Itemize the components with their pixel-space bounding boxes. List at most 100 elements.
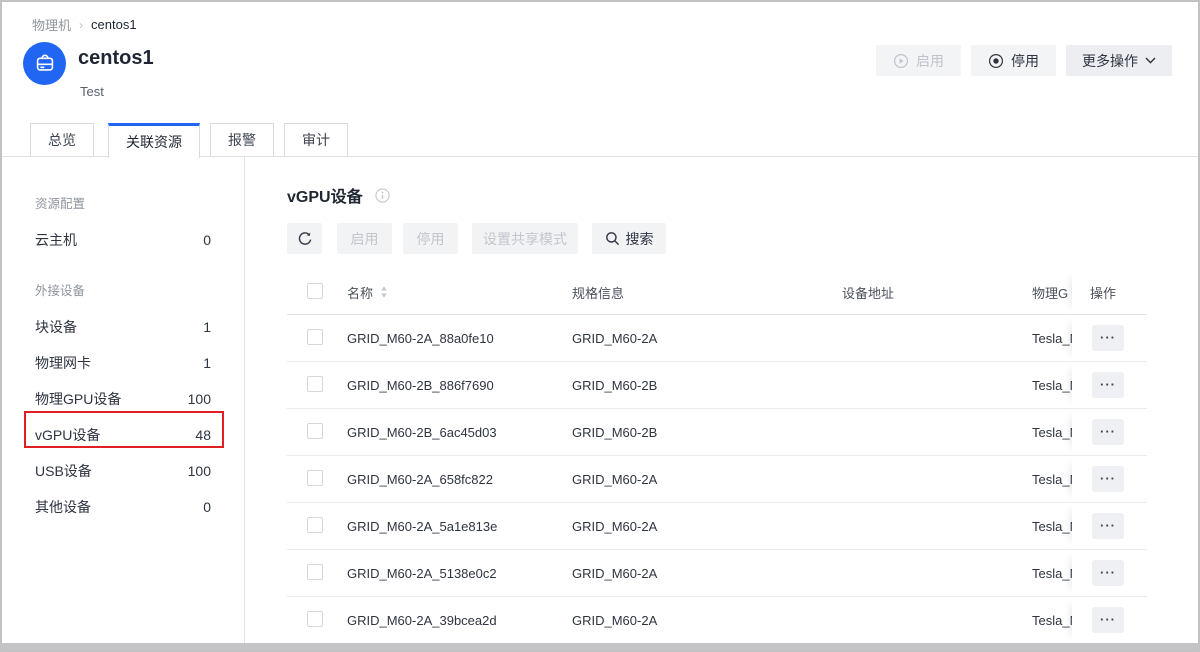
vgpu-physical-gpu: Tesla_M xyxy=(1032,472,1072,487)
vgpu-name-link[interactable]: GRID_M60-2A_39bcea2d xyxy=(347,613,497,628)
play-circle-icon xyxy=(893,53,909,69)
table-row: GRID_M60-2A_5a1e813e GRID_M60-2A Tesla_M… xyxy=(287,503,1147,550)
column-header-spec: 规格信息 xyxy=(572,283,842,302)
column-header-address: 设备地址 xyxy=(842,283,1032,302)
page-subtitle: Test xyxy=(80,84,104,99)
column-header-name[interactable]: 名称 xyxy=(347,283,373,302)
horizontal-scrollbar[interactable] xyxy=(2,643,1198,650)
vgpu-spec: GRID_M60-2B xyxy=(572,425,842,440)
page-title: centos1 xyxy=(78,47,154,70)
sidebar-item-vgpu[interactable]: vGPU设备 48 xyxy=(2,417,244,453)
enable-host-button[interactable]: 启用 xyxy=(876,45,961,76)
set-share-mode-button[interactable]: 设置共享模式 xyxy=(472,223,578,254)
row-actions-button[interactable]: ··· xyxy=(1092,607,1124,633)
table-body: GRID_M60-2A_88a0fe10 GRID_M60-2A Tesla_M… xyxy=(287,315,1147,644)
sidebar-item-usb[interactable]: USB设备 100 xyxy=(2,453,244,489)
search-icon xyxy=(605,231,620,246)
vgpu-name-link[interactable]: GRID_M60-2A_5138e0c2 xyxy=(347,566,497,581)
breadcrumb-separator: › xyxy=(79,18,83,32)
vgpu-spec: GRID_M60-2A xyxy=(572,519,842,534)
header-actions: 启用 停用 更多操作 xyxy=(876,45,1172,76)
vgpu-physical-gpu: Tesla_M xyxy=(1032,378,1072,393)
tab-alarms[interactable]: 报警 xyxy=(210,123,274,157)
select-all-checkbox[interactable] xyxy=(307,283,323,299)
resource-sidebar: 资源配置 云主机 0 外接设备 块设备 1 物理网卡 1 物理GPU设备 100… xyxy=(2,157,245,643)
tab-audit[interactable]: 审计 xyxy=(284,123,348,157)
vgpu-physical-gpu: Tesla_M xyxy=(1032,613,1072,628)
disable-vgpu-button[interactable]: 停用 xyxy=(403,223,458,254)
table-row: GRID_M60-2A_88a0fe10 GRID_M60-2A Tesla_M… xyxy=(287,315,1147,362)
row-checkbox[interactable] xyxy=(307,470,323,486)
vgpu-physical-gpu: Tesla_M xyxy=(1032,425,1072,440)
vgpu-name-link[interactable]: GRID_M60-2A_658fc822 xyxy=(347,472,493,487)
row-actions-button[interactable]: ··· xyxy=(1092,372,1124,398)
row-checkbox[interactable] xyxy=(307,564,323,580)
sidebar-section-title: 外接设备 xyxy=(35,280,211,299)
row-checkbox[interactable] xyxy=(307,423,323,439)
table-row: GRID_M60-2A_658fc822 GRID_M60-2A Tesla_M… xyxy=(287,456,1147,503)
chevron-down-icon xyxy=(1145,57,1156,64)
tab-related-resources[interactable]: 关联资源 xyxy=(108,123,200,158)
breadcrumb: 物理机 › centos1 xyxy=(32,15,137,34)
row-checkbox[interactable] xyxy=(307,376,323,392)
column-header-physical-gpu: 物理G xyxy=(1032,283,1072,302)
tab-bar: 总览 关联资源 报警 审计 xyxy=(30,123,362,158)
row-checkbox[interactable] xyxy=(307,329,323,345)
count-badge: 0 xyxy=(203,232,211,248)
info-icon[interactable] xyxy=(375,188,390,203)
vgpu-name-link[interactable]: GRID_M60-2A_88a0fe10 xyxy=(347,331,494,346)
host-avatar xyxy=(23,42,66,85)
row-checkbox[interactable] xyxy=(307,611,323,627)
vgpu-spec: GRID_M60-2A xyxy=(572,613,842,628)
row-checkbox[interactable] xyxy=(307,517,323,533)
count-badge: 1 xyxy=(203,355,211,371)
sidebar-item-physical-gpu[interactable]: 物理GPU设备 100 xyxy=(2,381,244,417)
vgpu-spec: GRID_M60-2A xyxy=(572,331,842,346)
stop-circle-icon xyxy=(988,53,1004,69)
refresh-button[interactable] xyxy=(287,223,322,254)
refresh-icon xyxy=(297,231,313,247)
vgpu-physical-gpu: Tesla_M xyxy=(1032,566,1072,581)
tab-overview[interactable]: 总览 xyxy=(30,123,94,157)
vgpu-name-link[interactable]: GRID_M60-2B_6ac45d03 xyxy=(347,425,497,440)
count-badge: 1 xyxy=(203,319,211,335)
breadcrumb-root-link[interactable]: 物理机 xyxy=(32,15,71,34)
table-header-row: 名称 规格信息 设备地址 物理G 操作 xyxy=(287,270,1147,315)
table-row: GRID_M60-2A_5138e0c2 GRID_M60-2A Tesla_M… xyxy=(287,550,1147,597)
vgpu-name-link[interactable]: GRID_M60-2A_5a1e813e xyxy=(347,519,497,534)
vgpu-table: 名称 规格信息 设备地址 物理G 操作 GRID_M60-2A_88a0fe10… xyxy=(287,270,1147,644)
row-actions-button[interactable]: ··· xyxy=(1092,513,1124,539)
count-badge: 100 xyxy=(188,391,211,407)
more-actions-button[interactable]: 更多操作 xyxy=(1066,45,1172,76)
row-actions-button[interactable]: ··· xyxy=(1092,466,1124,492)
vgpu-physical-gpu: Tesla_M xyxy=(1032,331,1072,346)
host-machine-icon xyxy=(33,52,57,76)
row-actions-button[interactable]: ··· xyxy=(1092,325,1124,351)
main-section-header: vGPU设备 xyxy=(287,183,390,207)
table-toolbar: 启用 停用 设置共享模式 搜索 xyxy=(287,223,666,254)
column-header-action: 操作 xyxy=(1072,270,1147,314)
vgpu-spec: GRID_M60-2A xyxy=(572,566,842,581)
vgpu-name-link[interactable]: GRID_M60-2B_886f7690 xyxy=(347,378,494,393)
sidebar-item-vm-instances[interactable]: 云主机 0 xyxy=(2,222,244,258)
table-row: GRID_M60-2A_39bcea2d GRID_M60-2A Tesla_M… xyxy=(287,597,1147,644)
row-actions-button[interactable]: ··· xyxy=(1092,560,1124,586)
vgpu-physical-gpu: Tesla_M xyxy=(1032,519,1072,534)
enable-vgpu-button[interactable]: 启用 xyxy=(337,223,392,254)
count-badge: 100 xyxy=(188,463,211,479)
sort-icon[interactable] xyxy=(380,286,388,298)
count-badge: 0 xyxy=(203,499,211,515)
sidebar-section-title: 资源配置 xyxy=(35,193,211,212)
physical-machine-detail-page: 物理机 › centos1 centos1 Test 启用 xyxy=(0,0,1200,652)
breadcrumb-current: centos1 xyxy=(91,17,137,32)
row-actions-button[interactable]: ··· xyxy=(1092,419,1124,445)
section-title: vGPU设备 xyxy=(287,183,363,207)
sidebar-item-physical-nics[interactable]: 物理网卡 1 xyxy=(2,345,244,381)
vgpu-spec: GRID_M60-2A xyxy=(572,472,842,487)
table-row: GRID_M60-2B_886f7690 GRID_M60-2B Tesla_M… xyxy=(287,362,1147,409)
vgpu-spec: GRID_M60-2B xyxy=(572,378,842,393)
search-button[interactable]: 搜索 xyxy=(592,223,666,254)
sidebar-item-block-devices[interactable]: 块设备 1 xyxy=(2,309,244,345)
disable-host-button[interactable]: 停用 xyxy=(971,45,1056,76)
sidebar-item-other-devices[interactable]: 其他设备 0 xyxy=(2,489,244,525)
